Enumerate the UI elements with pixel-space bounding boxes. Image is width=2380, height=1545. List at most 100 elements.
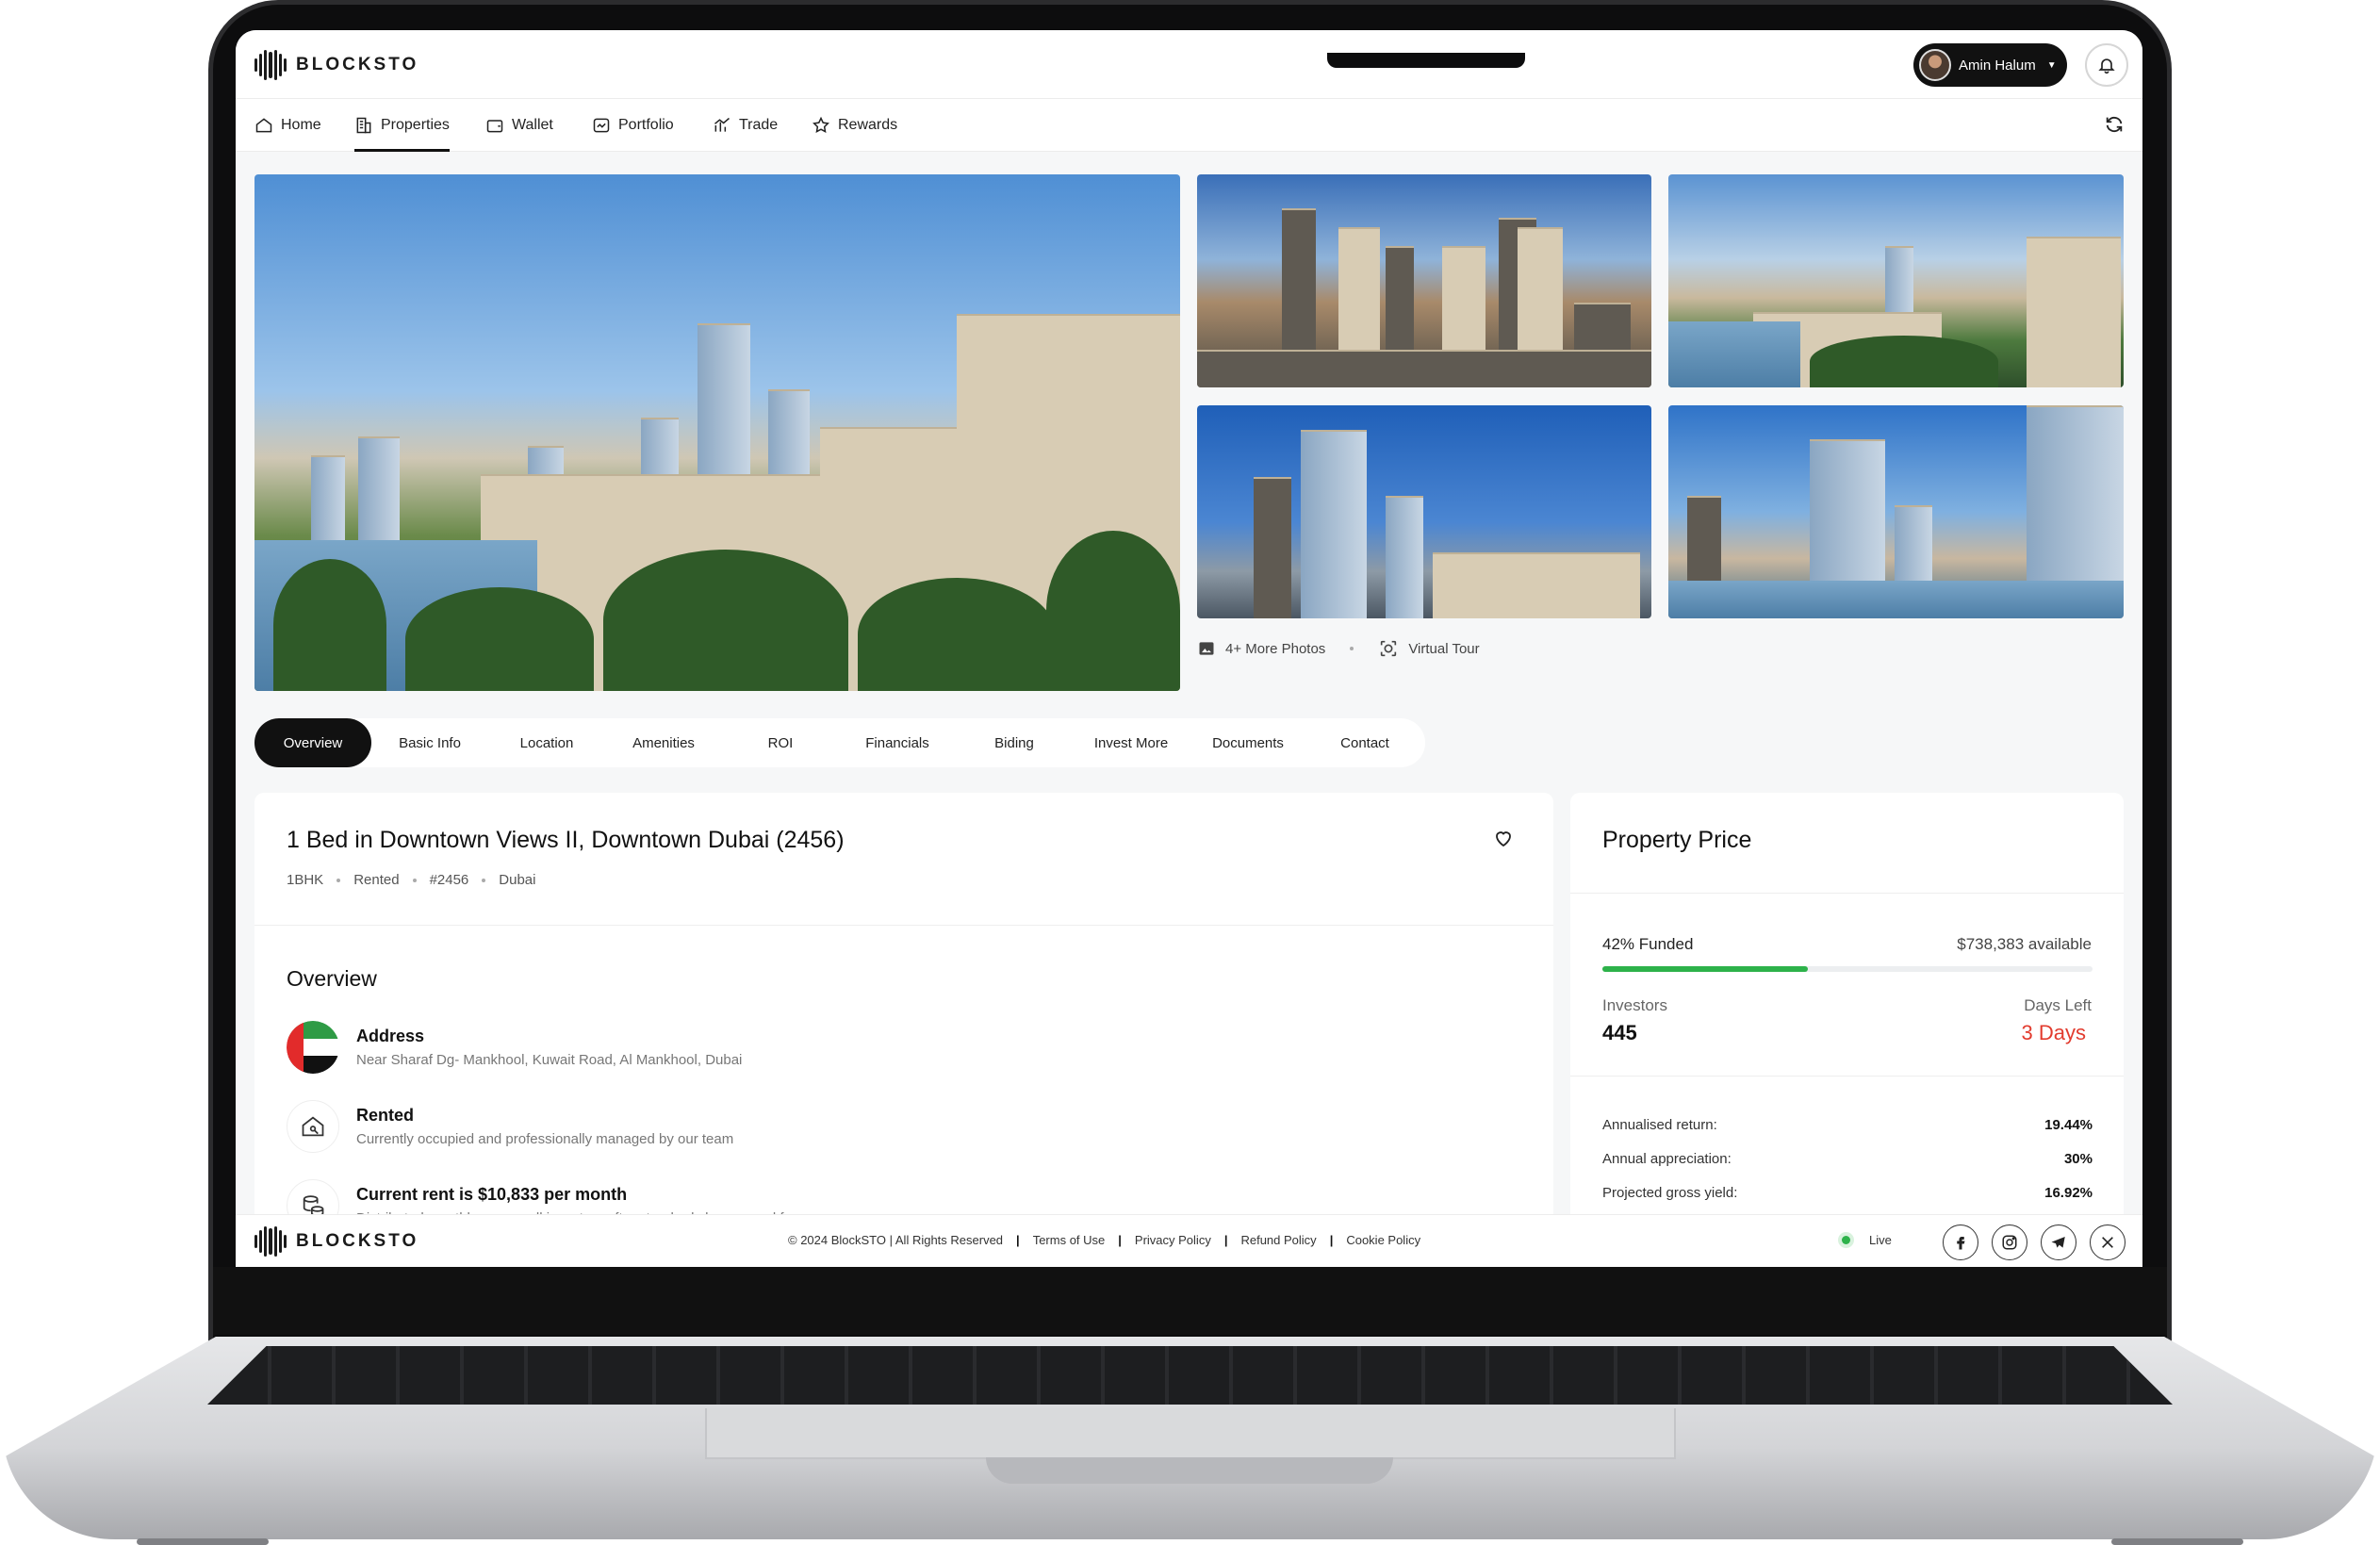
nav-rewards[interactable]: Rewards [812, 99, 897, 152]
funded-label: 42% Funded [1602, 935, 1694, 953]
meta-city: Dubai [499, 872, 536, 888]
refund-link[interactable]: Refund Policy [1240, 1233, 1316, 1247]
live-dot-icon [1842, 1236, 1850, 1244]
top-bar: BLOCKSTO Amin Halum ▼ [236, 30, 2142, 99]
nav-home[interactable]: Home [254, 99, 321, 152]
privacy-link[interactable]: Privacy Policy [1135, 1233, 1211, 1247]
meta-type: 1BHK [287, 872, 324, 888]
image-icon [1199, 642, 1214, 655]
stat-label: Annual appreciation: [1602, 1151, 1732, 1167]
nav-properties[interactable]: Properties [354, 99, 450, 152]
telegram-icon [2051, 1237, 2065, 1248]
laptop-lip [986, 1457, 1393, 1484]
virtual-tour-icon [1381, 640, 1397, 657]
user-menu-button[interactable]: Amin Halum ▼ [1913, 43, 2067, 87]
tab-documents[interactable]: Documents [1190, 718, 1306, 767]
property-title: 1 Bed in Downtown Views II, Downtown Dub… [287, 827, 845, 853]
footer-logo[interactable]: BLOCKSTO [254, 1225, 419, 1257]
laptop-trackpad [705, 1408, 1676, 1459]
refresh-button[interactable] [2104, 114, 2125, 140]
stat-value: 19.44% [2044, 1117, 2093, 1133]
gallery-photo[interactable] [1668, 405, 2124, 618]
x-button[interactable] [2090, 1224, 2126, 1260]
gallery-links: 4+ More Photos Virtual Tour [1197, 638, 1480, 659]
tab-contact[interactable]: Contact [1306, 718, 1423, 767]
nav-portfolio[interactable]: Portfolio [592, 99, 674, 152]
more-photos-link[interactable]: 4+ More Photos [1197, 639, 1325, 658]
camera-notch [1327, 53, 1525, 68]
meta-id: #2456 [429, 872, 469, 888]
tab-label: Biding [994, 734, 1034, 751]
divider [1570, 893, 2124, 894]
favorite-button[interactable] [1492, 827, 1515, 854]
price-heading: Property Price [1602, 827, 1752, 853]
brand-name: BLOCKSTO [296, 55, 419, 74]
tab-overview[interactable]: Overview [254, 718, 371, 767]
available-amount: $738,383 available [1957, 935, 2092, 953]
stat-label: Projected gross yield: [1602, 1185, 1738, 1201]
tab-amenities[interactable]: Amenities [605, 718, 722, 767]
investors-label: Investors [1602, 996, 1667, 1014]
funding-progress-bar [1602, 966, 2093, 972]
tab-financials[interactable]: Financials [839, 718, 956, 767]
live-label: Live [1869, 1233, 1892, 1247]
tab-invest-more[interactable]: Invest More [1073, 718, 1190, 767]
tab-biding[interactable]: Biding [956, 718, 1073, 767]
tab-location[interactable]: Location [488, 718, 605, 767]
section-tabs: Overview Basic Info Location Amenities R… [254, 718, 1425, 767]
stat-annual-appreciation: Annual appreciation: 30% [1602, 1151, 2093, 1167]
laptop-foot [2111, 1538, 2243, 1545]
tab-label: Location [519, 734, 574, 751]
tab-roi[interactable]: ROI [722, 718, 839, 767]
home-icon [255, 118, 272, 133]
instagram-icon [2002, 1235, 2017, 1250]
wallet-icon [486, 120, 503, 133]
address-text: Near Sharaf Dg- Mankhool, Kuwait Road, A… [356, 1052, 743, 1068]
refresh-icon [2106, 116, 2123, 133]
logo-mark-icon [254, 49, 287, 81]
tab-label: Amenities [632, 734, 695, 751]
rented-heading: Rented [356, 1106, 415, 1125]
tab-basic-info[interactable]: Basic Info [371, 718, 488, 767]
app-screen: BLOCKSTO Amin Halum ▼ Home Properties Wa… [236, 30, 2142, 1267]
property-overview-card: 1 Bed in Downtown Views II, Downtown Dub… [254, 793, 1553, 1267]
chevron-down-icon: ▼ [2046, 59, 2057, 71]
nav-trade[interactable]: Trade [713, 99, 778, 152]
heart-icon [1496, 831, 1511, 847]
overview-heading: Overview [287, 966, 377, 991]
gallery-photo[interactable] [1197, 405, 1651, 618]
virtual-tour-label: Virtual Tour [1408, 640, 1480, 657]
overview-item-rented: Rented Currently occupied and profession… [287, 1100, 733, 1153]
facebook-button[interactable] [1943, 1224, 1978, 1260]
portfolio-icon [593, 118, 610, 133]
virtual-tour-link[interactable]: Virtual Tour [1378, 638, 1480, 659]
meta-status: Rented [353, 872, 400, 888]
laptop-foot [137, 1538, 269, 1545]
terms-link[interactable]: Terms of Use [1033, 1233, 1106, 1247]
gallery-photo[interactable] [1197, 174, 1651, 387]
funding-progress-fill [1602, 966, 1809, 972]
address-heading: Address [356, 1027, 425, 1045]
star-icon [812, 116, 829, 133]
telegram-button[interactable] [2041, 1224, 2076, 1260]
notification-bell-button[interactable] [2085, 43, 2128, 87]
gallery-photo[interactable] [1668, 174, 2124, 387]
nav-label: Portfolio [618, 117, 674, 133]
nav-wallet[interactable]: Wallet [485, 99, 553, 152]
footer: BLOCKSTO © 2024 BlockSTO | All Rights Re… [236, 1214, 2142, 1267]
footer-links: © 2024 BlockSTO | All Rights Reserved | … [788, 1233, 1421, 1247]
instagram-button[interactable] [1992, 1224, 2027, 1260]
building-icon [356, 117, 371, 134]
laptop-keyboard [207, 1346, 2173, 1405]
stat-value: 16.92% [2044, 1185, 2093, 1201]
property-price-card: Property Price 42% Funded $738,383 avail… [1570, 793, 2124, 1267]
days-left-value: 3 Days [2021, 1021, 2086, 1044]
bell-icon [2098, 58, 2115, 74]
rented-text: Currently occupied and professionally ma… [356, 1131, 734, 1147]
brand-logo[interactable]: BLOCKSTO [254, 49, 419, 81]
cookie-link[interactable]: Cookie Policy [1346, 1233, 1420, 1247]
tab-label: ROI [767, 734, 794, 751]
main-photo[interactable] [254, 174, 1180, 691]
days-left-label: Days Left [2024, 996, 2092, 1014]
tab-label: Contact [1340, 734, 1389, 751]
